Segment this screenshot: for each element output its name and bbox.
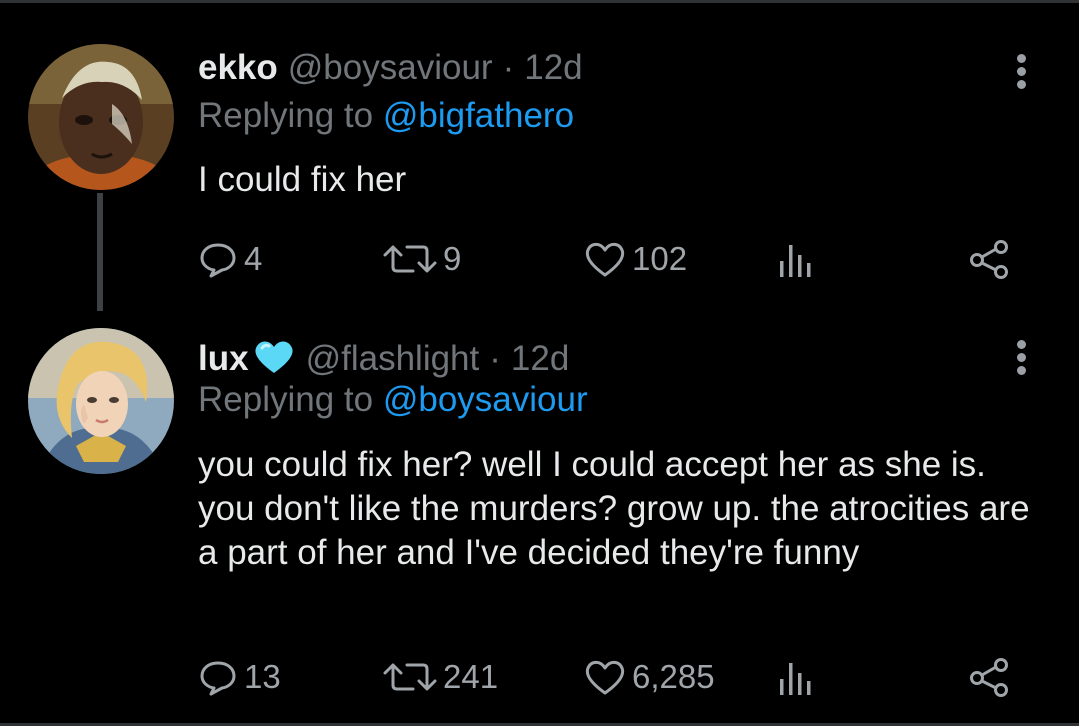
mention-link[interactable]: @boysaviour <box>383 380 588 419</box>
share-icon <box>970 240 1008 279</box>
replying-to-label: Replying to <box>198 380 374 419</box>
timestamp[interactable]: 12d <box>524 48 582 88</box>
reply-button[interactable]: 13 <box>198 653 281 701</box>
retweet-icon <box>383 663 437 691</box>
thread-connector-line <box>97 193 103 311</box>
retweet-icon <box>383 245 437 273</box>
retweet-button[interactable]: 241 <box>383 653 498 701</box>
retweet-count: 241 <box>443 658 499 695</box>
heart-icon <box>585 242 625 277</box>
user-handle[interactable]: @boysaviour <box>288 48 493 88</box>
reply-icon <box>200 243 236 278</box>
retweet-count: 9 <box>443 240 462 277</box>
avatar[interactable] <box>28 44 174 190</box>
heart-icon <box>585 660 625 695</box>
mention-link[interactable]: @bigfathero <box>383 96 574 135</box>
replying-to-line: Replying to @bigfathero <box>198 96 574 136</box>
tweet-text: I could fix her <box>198 160 407 199</box>
tweet-header: lux @flashlight · 12d <box>198 332 569 379</box>
display-name[interactable]: lux <box>198 339 249 379</box>
blue-heart-icon <box>252 338 296 381</box>
replying-to-label: Replying to <box>198 96 374 135</box>
like-button[interactable]: 102 <box>584 235 687 283</box>
tweet-lux[interactable]: lux @flashlight · 12d Replying to @boysa… <box>0 300 1079 723</box>
tweet-text: you could fix her? well I could accept h… <box>198 445 1030 572</box>
separator-dot: · <box>502 48 515 87</box>
separator-dot: · <box>489 339 501 378</box>
tweet-actions: 13 241 6,285 <box>198 653 1038 701</box>
share-button[interactable] <box>968 235 1010 283</box>
avatar[interactable] <box>28 328 174 474</box>
timestamp[interactable]: 12d <box>511 339 569 379</box>
analytics-icon <box>780 245 811 277</box>
analytics-button[interactable] <box>778 653 814 701</box>
like-button[interactable]: 6,285 <box>584 653 715 701</box>
share-button[interactable] <box>968 653 1010 701</box>
reply-count: 4 <box>244 240 263 277</box>
reply-count: 13 <box>244 658 281 695</box>
like-count: 102 <box>632 240 688 277</box>
display-name[interactable]: ekko <box>198 48 278 88</box>
tweet-ekko[interactable]: ekko @boysaviour · 12d Replying to @bigf… <box>0 0 1079 311</box>
tweet-header: ekko @boysaviour · 12d <box>198 48 583 92</box>
analytics-button[interactable] <box>778 235 814 283</box>
user-handle[interactable]: @flashlight <box>306 339 480 379</box>
replying-to-line: Replying to @boysaviour <box>198 380 588 420</box>
like-count: 6,285 <box>632 658 715 695</box>
more-options-icon[interactable] <box>1010 336 1034 380</box>
tweet-actions: 4 9 102 <box>198 235 1038 283</box>
retweet-button[interactable]: 9 <box>383 235 461 283</box>
analytics-icon <box>780 663 811 695</box>
share-icon <box>970 658 1008 697</box>
more-options-icon[interactable] <box>1010 50 1034 94</box>
reply-icon <box>200 661 236 696</box>
reply-button[interactable]: 4 <box>198 235 262 283</box>
